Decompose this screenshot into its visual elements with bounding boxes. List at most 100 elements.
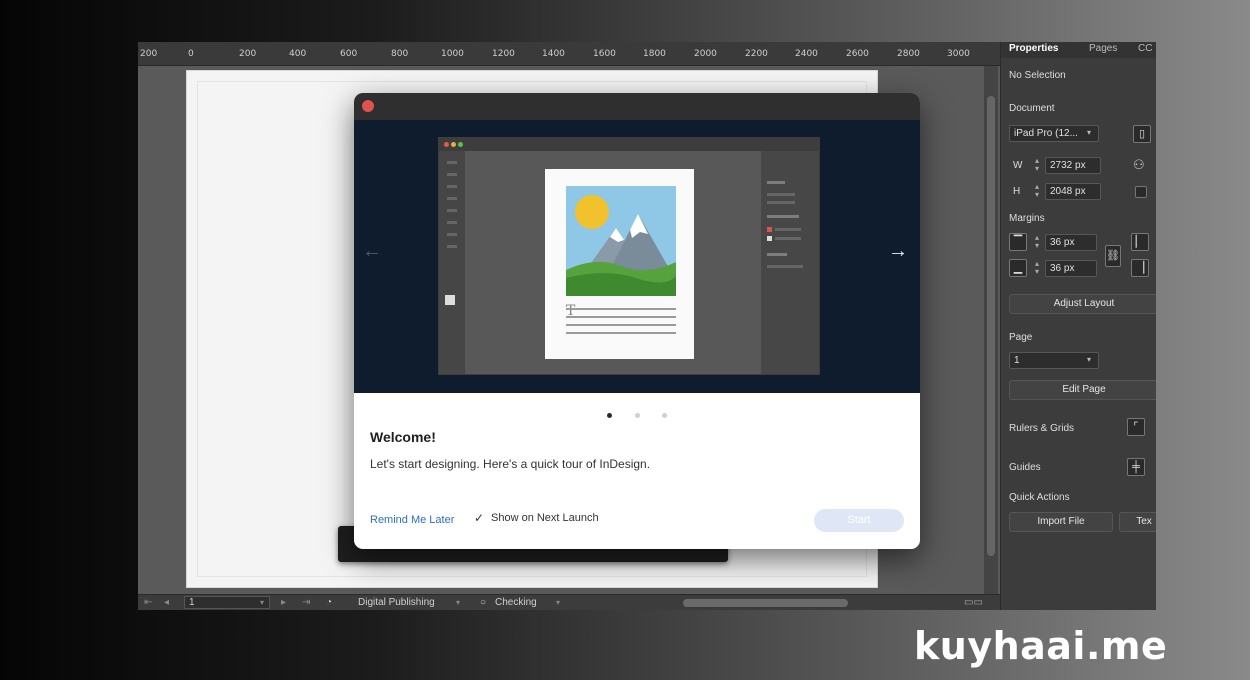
margin-bottom-icon: ▁ [1009,259,1027,277]
ruler-tick: 200 [239,49,257,59]
link-dimensions-icon[interactable]: ⚇ [1133,157,1145,173]
preset-label[interactable]: Digital Publishing [358,597,435,608]
guides-label: Guides [1009,462,1041,473]
scrollbar-thumb[interactable] [987,96,995,556]
close-icon[interactable] [362,100,374,112]
mock-text-line [566,324,676,326]
ruler-tick: 1400 [542,49,565,59]
tour-carousel[interactable]: ← → T [354,120,920,393]
mock-panel-line [767,193,795,196]
margin-left-icon: ▏ [1131,233,1149,251]
mock-panel-line [767,181,785,184]
page-number-field[interactable]: 1 [184,596,270,609]
margin-bottom-field[interactable]: 36 px [1045,260,1097,277]
height-field[interactable]: 2048 px [1045,183,1101,200]
welcome-dialog: ← → T Welcome! Let's start designing. He… [354,93,920,549]
watermark-text: kuyhaai.me [914,624,1168,668]
width-stepper-icon[interactable]: ▴ ▾ [1031,157,1043,174]
indesign-window: 200 0 200 400 600 800 1000 1200 1400 160… [138,42,1156,610]
page-heading: Page [1009,332,1033,343]
mock-tool [447,173,457,176]
mock-panel-line [767,201,795,204]
carousel-pagination [354,405,920,423]
ruler-tick: 600 [340,49,358,59]
ruler-tick: 1600 [593,49,616,59]
horizontal-scrollbar-thumb[interactable] [683,599,848,607]
prev-page-icon[interactable]: ◂ [164,597,169,608]
mock-swatch [767,227,772,232]
ruler-tick: 1200 [492,49,515,59]
remind-later-link[interactable]: Remind Me Later [370,514,454,526]
show-next-launch-label: Show on Next Launch [491,512,599,524]
tab-cc-libraries[interactable]: CC [1138,43,1152,54]
last-page-icon[interactable]: ⇥ [302,597,310,608]
carousel-dot[interactable] [607,413,613,418]
margin-top-icon: ▔ [1009,233,1027,251]
ruler-tick: 1800 [643,49,666,59]
orientation-icon[interactable]: ▯ [1133,125,1151,143]
carousel-dot[interactable] [661,413,667,418]
ruler-tick: 200 [140,49,158,59]
link-margins-icon[interactable]: ⛓ [1105,245,1121,267]
facing-pages-checkbox[interactable] [1135,186,1147,198]
mock-tool [447,233,457,236]
chevron-down-icon[interactable]: ▾ [260,598,264,607]
mock-panel-line [767,265,803,268]
margin-top-stepper-icon[interactable]: ▴ ▾ [1031,234,1043,251]
edit-page-button[interactable]: Edit Page [1009,380,1156,400]
carousel-dot[interactable] [634,413,640,418]
mock-swatch [767,236,772,241]
first-page-icon[interactable]: ⇤ [144,597,152,608]
properties-panel: Properties Pages CC No Selection Documen… [1000,42,1156,610]
preflight-status[interactable]: Checking [495,597,537,608]
mock-panel-line [767,253,787,256]
chevron-down-icon[interactable]: ▾ [556,598,560,607]
checkmark-icon[interactable]: ✓ [474,512,486,524]
tour-illustration: T [438,137,820,375]
mock-tool [447,185,457,188]
tab-pages[interactable]: Pages [1089,43,1117,54]
arrow-right-icon[interactable]: → [888,240,908,263]
adjust-layout-button[interactable]: Adjust Layout [1009,294,1156,314]
ruler-tick: 2000 [694,49,717,59]
start-button[interactable]: Start [814,509,904,532]
rulers-icon[interactable]: ⌜ [1127,418,1145,436]
chevron-down-icon[interactable]: ▾ [456,598,460,607]
page-select[interactable]: 1 [1009,352,1099,369]
mock-dot-red [444,142,449,147]
mock-text-line [566,308,676,310]
mock-panel-line [767,215,799,218]
show-next-launch-option[interactable]: ✓ Show on Next Launch [474,512,599,524]
view-options-icon[interactable]: ▭▭ [964,597,983,608]
mock-tool [447,209,457,212]
chevron-down-icon: ▾ [1087,355,1092,364]
chevron-down-icon: ▾ [1087,128,1092,137]
horizontal-ruler[interactable]: 200 0 200 400 600 800 1000 1200 1400 160… [138,42,1000,66]
arrow-left-icon[interactable]: ← [362,240,382,263]
preflight-icon: ○ [480,597,487,608]
tab-properties[interactable]: Properties [1009,43,1058,54]
ruler-tick: 800 [391,49,409,59]
next-page-icon[interactable]: ▸ [281,597,286,608]
mock-swatch [445,295,455,305]
margins-heading: Margins [1009,213,1045,224]
mock-dot-yellow [451,142,456,147]
document-preset-select[interactable]: iPad Pro (12... [1009,125,1099,142]
no-selection-label: No Selection [1009,70,1066,81]
mock-toolbar [439,151,465,374]
text-button[interactable]: Tex [1119,512,1156,532]
status-bar: ⇤ ◂ 1 ▾ ▸ ⇥ ◔ Digital Publishing ▾ ○ Che… [138,594,1000,610]
margin-bottom-stepper-icon[interactable]: ▴ ▾ [1031,260,1043,277]
height-stepper-icon[interactable]: ▴ ▾ [1031,183,1043,200]
height-label: H [1013,186,1021,197]
mock-tool [447,245,457,248]
welcome-subtitle: Let's start designing. Here's a quick to… [370,457,651,471]
margin-right-icon: ▕ [1131,259,1149,277]
import-file-button[interactable]: Import File [1009,512,1113,532]
width-field[interactable]: 2732 px [1045,157,1101,174]
guides-icon[interactable]: ╪ [1127,458,1145,476]
vertical-scrollbar[interactable] [984,66,998,594]
margin-top-field[interactable]: 36 px [1045,234,1097,251]
ruler-tick: 2400 [795,49,818,59]
ruler-tick: 400 [289,49,307,59]
